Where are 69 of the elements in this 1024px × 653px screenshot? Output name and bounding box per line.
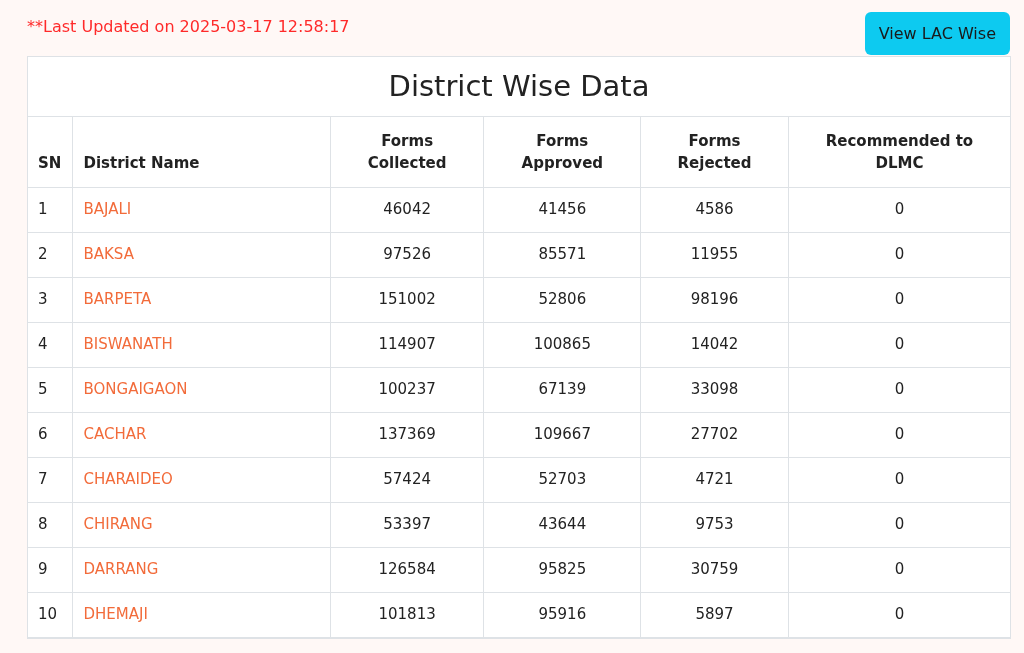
table-cell: 11955 [690, 245, 739, 264]
table-cell: 5897 [695, 605, 734, 624]
district-link[interactable]: CHIRANG [83, 515, 153, 534]
district-link[interactable]: DHEMAJI [83, 605, 148, 624]
district-link[interactable]: BAKSA [83, 245, 134, 264]
table-cell: 109667 [533, 425, 591, 444]
table-cell: 98196 [690, 290, 739, 309]
table-cell: 33098 [690, 380, 739, 399]
table-cell: 53397 [383, 515, 431, 534]
table-cell: 101813 [378, 605, 436, 624]
table-cell: 41456 [538, 200, 587, 219]
table-cell: 9753 [695, 515, 734, 534]
table-cell: 0 [894, 515, 905, 534]
district-link[interactable]: BARPETA [83, 290, 152, 309]
table-cell: 4586 [695, 200, 734, 219]
table-cell: 7 [38, 470, 48, 489]
district-link[interactable]: BAJALI [83, 200, 132, 219]
table-cell: 0 [894, 425, 905, 444]
last-updated-text: **Last Updated on 2025-03-17 12:58:17 [27, 16, 350, 38]
table-cell: 8 [38, 515, 48, 534]
table-cell: 52703 [538, 470, 587, 489]
table-cell: 100237 [378, 380, 436, 399]
table-cell: 14042 [690, 335, 739, 354]
view-lac-wise-button[interactable]: View LAC Wise [864, 12, 1010, 55]
district-link[interactable]: BISWANATH [83, 335, 173, 354]
table-cell: 5 [38, 380, 48, 399]
column-header: District Name [83, 153, 200, 174]
table-cell: 46042 [383, 200, 431, 219]
table-cell: 27702 [690, 425, 739, 444]
column-header: Recommended to DLMC [824, 130, 975, 174]
district-link[interactable]: CACHAR [83, 425, 147, 444]
table-cell: 30759 [690, 560, 739, 579]
table-cell: 67139 [538, 380, 587, 399]
table-cell: 0 [894, 605, 905, 624]
table-cell: 126584 [378, 560, 436, 579]
table-cell: 3 [38, 290, 48, 309]
table-cell: 10 [38, 605, 58, 624]
column-header: SN [38, 153, 62, 174]
table-cell: 6 [38, 425, 48, 444]
table-cell: 0 [894, 335, 905, 354]
column-header: Forms Collected [366, 130, 448, 174]
district-link[interactable]: BONGAIGAON [83, 380, 188, 399]
column-header: Forms Rejected [676, 130, 753, 174]
table-cell: 57424 [383, 470, 431, 489]
table-cell: 114907 [378, 335, 436, 354]
table-cell: 0 [894, 380, 905, 399]
table-cell: 43644 [538, 515, 587, 534]
table-cell: 0 [894, 290, 905, 309]
district-link[interactable]: DARRANG [83, 560, 159, 579]
table-cell: 0 [894, 200, 905, 219]
table-cell: 0 [894, 560, 905, 579]
table-cell: 4721 [695, 470, 734, 489]
table-cell: 52806 [538, 290, 587, 309]
table-cell: 2 [38, 245, 48, 264]
table-cell: 137369 [378, 425, 436, 444]
table-cell: 95916 [538, 605, 587, 624]
table-cell: 151002 [378, 290, 436, 309]
table-title: District Wise Data [388, 67, 650, 105]
table-cell: 97526 [383, 245, 431, 264]
table-cell: 95825 [538, 560, 587, 579]
table-cell: 4 [38, 335, 48, 354]
table-cell: 0 [894, 245, 905, 264]
table-cell: 1 [38, 200, 48, 219]
district-link[interactable]: CHARAIDEO [83, 470, 173, 489]
table-cell: 100865 [533, 335, 591, 354]
table-cell: 9 [38, 560, 48, 579]
table-cell: 0 [894, 470, 905, 489]
column-header: Forms Approved [520, 130, 605, 174]
table-cell: 85571 [538, 245, 587, 264]
